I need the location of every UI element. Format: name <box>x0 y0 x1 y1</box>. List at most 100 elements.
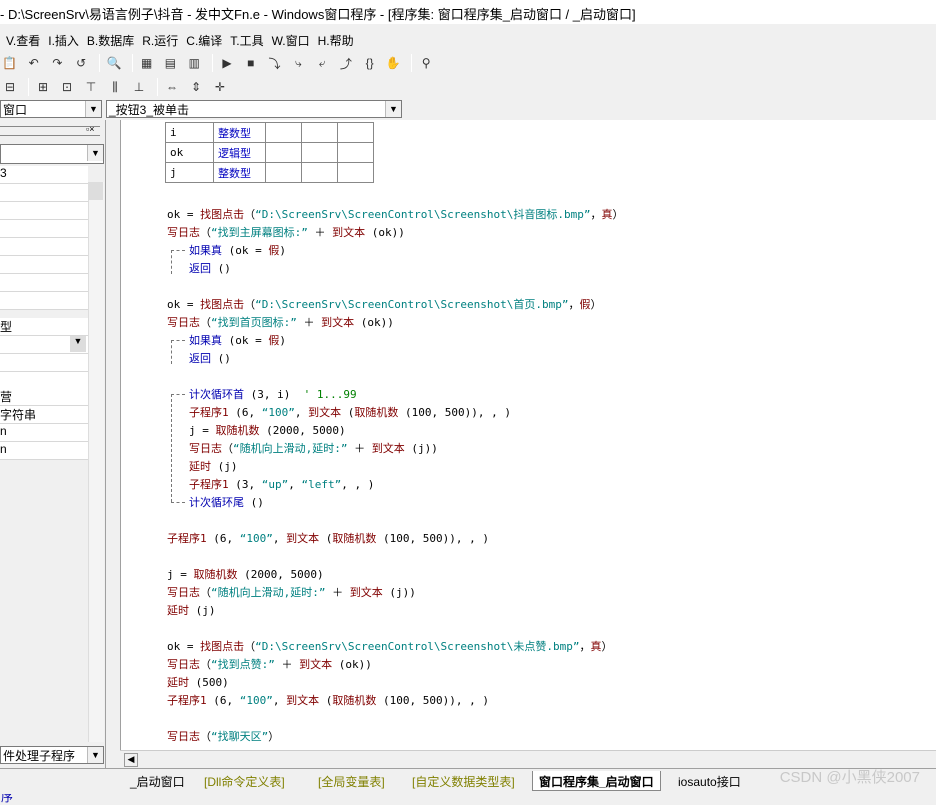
code-editor[interactable]: i 整数型 ok 逻辑型 j 整数型 ok = 找图点击（“D:\ScreenSrv\… <box>120 120 936 750</box>
code-line[interactable]: 写日志（“找到主屏幕图标:” ＋ 到文本 (ok)) <box>167 224 405 240</box>
prop-row[interactable]: 字符串 <box>0 406 88 424</box>
prop-row[interactable] <box>0 184 88 202</box>
chevron-left-icon[interactable]: ◀ <box>124 753 138 767</box>
redo-icon[interactable]: ↷ <box>48 54 68 72</box>
code-line[interactable]: 返回 () <box>189 260 231 276</box>
code-line[interactable]: 延时 (500) <box>167 674 229 690</box>
code-line[interactable]: 写日志（“随机向上滑动,延时:” ＋ 到文本 (j)) <box>167 584 416 600</box>
code-line[interactable]: j = 取随机数 (2000, 5000) <box>167 566 324 582</box>
code-line[interactable]: 延时 (j) <box>167 602 216 618</box>
panel-header <box>0 126 100 136</box>
code-line[interactable]: ok = 找图点击（“D:\ScreenSrv\ScreenControl\Sc… <box>167 206 624 222</box>
run-icon[interactable]: ▶ <box>217 54 237 72</box>
prop-row[interactable] <box>0 256 88 274</box>
layout-3-icon[interactable]: ▥ <box>184 54 204 72</box>
event-select[interactable]: _按钮3_被单击 ▼ <box>106 100 402 118</box>
code-line[interactable]: 写日志（“随机向上滑动,延时:” ＋ 到文本 (j)) <box>189 440 438 456</box>
menu-window[interactable]: W.窗口 <box>272 32 310 50</box>
center-icon[interactable]: ✛ <box>210 78 230 96</box>
align-center-icon[interactable]: ⊞ <box>33 78 53 96</box>
align-top-icon[interactable]: ⊤ <box>81 78 101 96</box>
object-select[interactable]: ▼ <box>0 144 104 164</box>
prop-row[interactable]: n <box>0 442 88 460</box>
menu-help[interactable]: H.帮助 <box>318 32 354 50</box>
layout-2-icon[interactable]: ▤ <box>161 54 181 72</box>
code-line[interactable]: ok = 找图点击（“D:\ScreenSrv\ScreenControl\Sc… <box>167 296 602 312</box>
flow-guide <box>171 340 172 364</box>
code-line[interactable]: 计次循环首 (3, i) ' 1...99 <box>189 386 357 402</box>
tab-global-vars[interactable]: [全局变量表] <box>312 771 391 791</box>
code-line[interactable]: 写日志（“找到点赞:” ＋ 到文本 (ok)) <box>167 656 372 672</box>
undo-icon[interactable]: ↶ <box>24 54 44 72</box>
code-line[interactable]: ok = 找图点击（“D:\ScreenSrv\ScreenControl\Sc… <box>167 638 613 654</box>
menu-run[interactable]: R.运行 <box>142 32 178 50</box>
chevron-down-icon[interactable]: ▼ <box>87 145 103 161</box>
find-icon[interactable]: 🔍 <box>104 54 124 72</box>
property-scrollbar[interactable] <box>88 182 104 742</box>
prop-row[interactable]: 营 <box>0 388 88 406</box>
code-line[interactable]: 如果真 (ok = 假) <box>189 242 286 258</box>
code-line[interactable]: j = 取随机数 (2000, 5000) <box>189 422 346 438</box>
menu-view[interactable]: V.查看 <box>6 32 40 50</box>
prop-row[interactable]: 3 <box>0 166 88 184</box>
prop-row[interactable] <box>0 274 88 292</box>
menu-compile[interactable]: C.编译 <box>186 32 222 50</box>
event-handler-select[interactable]: 件处理子程序 ▼ <box>0 746 104 764</box>
code-line[interactable]: 子程序1 (6, “100”, 到文本 (取随机数 (100, 500)), ,… <box>189 404 511 420</box>
align-bottom-icon[interactable]: ⊥ <box>129 78 149 96</box>
paste-icon[interactable]: 📋 <box>0 54 20 72</box>
watermark: CSDN @小黑侠2007 <box>779 769 920 786</box>
hand-icon[interactable]: ✋ <box>383 54 403 72</box>
code-line[interactable]: 延时 (j) <box>189 458 238 474</box>
align-right-icon[interactable]: ⊡ <box>57 78 77 96</box>
tab-program-set[interactable]: 窗口程序集_启动窗口 <box>532 771 661 791</box>
tab-custom-types[interactable]: [自定义数据类型表] <box>406 771 521 791</box>
window-select[interactable]: 窗口 ▼ <box>0 100 102 118</box>
space-h-icon[interactable]: ⇔ <box>162 78 182 96</box>
tab-iosauto[interactable]: iosauto接口 <box>672 771 747 791</box>
code-line[interactable]: 子程序1 (6, “100”, 到文本 (取随机数 (100, 500)), ,… <box>167 530 489 546</box>
main-toolbar: 📋 ↶ ↷ ↺ 🔍 ▦ ▤ ▥ ▶ ■ ⤵ ⤷ ⤶ ⤴ {} ✋ ⚲ <box>0 52 440 74</box>
align-toolbar: ⊟ ⊞ ⊡ ⊤ ⫼ ⊥ ⇔ ⇕ ✛ <box>0 76 260 98</box>
code-line[interactable]: 子程序1 (6, “100”, 到文本 (取随机数 (100, 500)), ,… <box>167 692 489 708</box>
step-icon[interactable]: ⤵ <box>265 54 285 72</box>
chevron-down-icon[interactable]: ▼ <box>85 101 101 117</box>
tab-dll-table[interactable]: [Dll命令定义表] <box>198 771 291 791</box>
flow-guide <box>171 250 185 251</box>
prop-row[interactable] <box>0 292 88 310</box>
code-line[interactable]: 子程序1 (3, “up”, “left”, , ) <box>189 476 374 492</box>
back-icon[interactable]: ↺ <box>71 54 91 72</box>
stop-icon[interactable]: ■ <box>241 54 261 72</box>
loop-guide <box>171 502 185 503</box>
prop-row[interactable] <box>0 238 88 256</box>
code-line[interactable]: 计次循环尾 () <box>189 494 264 510</box>
code-line[interactable]: 写日志（“找聊天区”） <box>167 728 279 744</box>
space-v-icon[interactable]: ⇕ <box>186 78 206 96</box>
step-into-icon[interactable]: ⤷ <box>288 54 308 72</box>
prop-row[interactable]: n <box>0 424 88 442</box>
align-middle-icon[interactable]: ⫼ <box>105 78 125 96</box>
binoculars-icon[interactable]: ⚲ <box>416 54 436 72</box>
chevron-down-icon[interactable]: ▼ <box>70 336 86 352</box>
step-over-icon[interactable]: ⤶ <box>312 54 332 72</box>
code-line[interactable]: 如果真 (ok = 假) <box>189 332 286 348</box>
menu-database[interactable]: B.数据库 <box>87 32 134 50</box>
breakpoint-icon[interactable]: {} <box>360 54 380 72</box>
tab-start-window[interactable]: _启动窗口 <box>124 771 191 791</box>
align-left-icon[interactable]: ⊟ <box>0 78 20 96</box>
prop-row[interactable] <box>0 354 88 372</box>
chevron-down-icon[interactable]: ▼ <box>87 747 103 763</box>
prop-row[interactable] <box>0 202 88 220</box>
code-line[interactable]: 写日志（“找到首页图标:” ＋ 到文本 (ok)) <box>167 314 394 330</box>
menu-tools[interactable]: T.工具 <box>230 32 263 50</box>
menu-insert[interactable]: I.插入 <box>48 32 79 50</box>
chevron-down-icon[interactable]: ▼ <box>385 101 401 117</box>
scroll-thumb[interactable] <box>89 182 103 200</box>
prop-row[interactable]: 型 <box>0 318 88 336</box>
pin-icon[interactable]: ▫× <box>86 124 94 134</box>
step-out-icon[interactable]: ⤴ <box>336 54 356 72</box>
layout-1-icon[interactable]: ▦ <box>137 54 157 72</box>
prop-row-combo[interactable]: ▼ <box>0 336 88 354</box>
code-line[interactable]: 返回 () <box>189 350 231 366</box>
prop-row[interactable] <box>0 220 88 238</box>
